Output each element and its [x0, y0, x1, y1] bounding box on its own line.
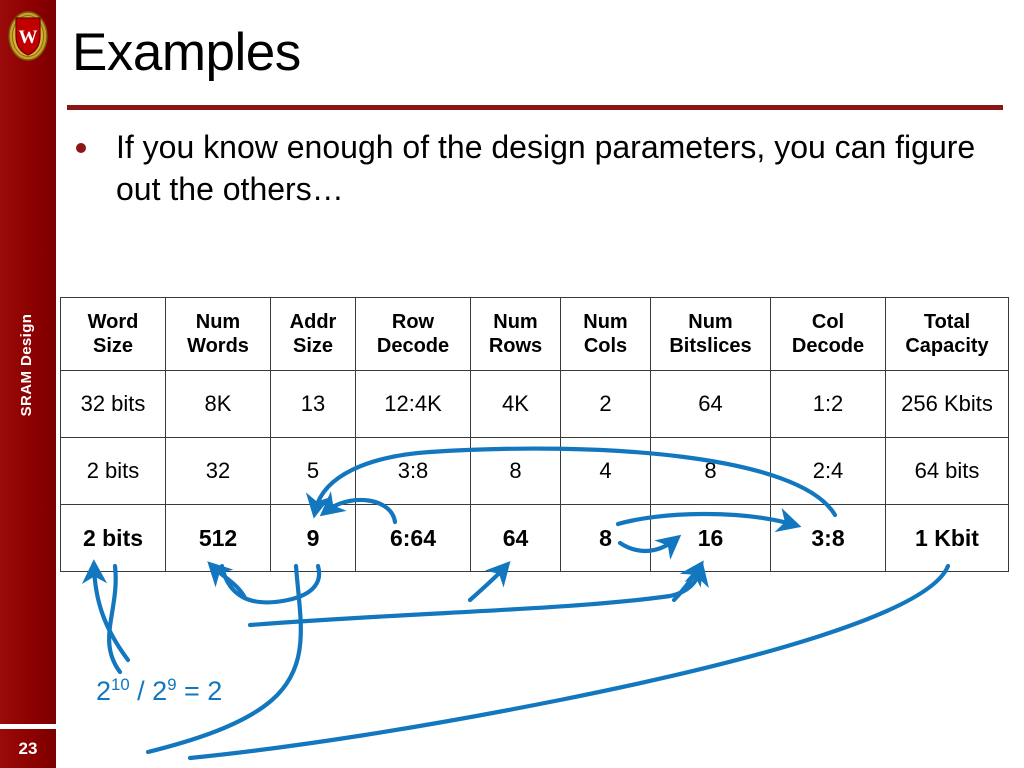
cell-num-words: 32 — [165, 437, 271, 505]
university-crest-icon: W — [8, 11, 48, 61]
arrow-tail-word-size — [107, 563, 123, 675]
col-header-num-rows: Num Rows — [470, 297, 561, 371]
sidebar-section-label: SRAM Design — [18, 313, 35, 417]
arrow-tail-addr-size — [145, 563, 303, 755]
bullet-item-text: If you know enough of the design paramet… — [116, 129, 976, 207]
col-header-addr-size: Addr Size — [270, 297, 356, 371]
header-line-2: Size — [292, 335, 334, 357]
cell-num-rows: 64 — [470, 504, 561, 572]
header-line-2: Rows — [488, 335, 543, 357]
header-line-2: Bitslices — [669, 335, 752, 357]
header-line-1: Col — [811, 311, 845, 333]
arrow-up-to-word-size — [81, 559, 131, 663]
formula-equals: = 2 — [176, 676, 223, 706]
formula-base-2: 2 — [152, 676, 168, 706]
col-header-row-decode: Row Decode — [355, 297, 471, 371]
header-line-1: Total — [923, 311, 971, 333]
header-line-1: Word — [87, 311, 139, 333]
parameters-table: Word Size Num Words Addr Size Row Decode — [60, 297, 1009, 572]
cell-total-capacity: 256 Kbits — [885, 370, 1009, 438]
col-header-num-words: Num Words — [165, 297, 271, 371]
header-line-1: Num — [688, 311, 733, 333]
header-line-1: Num — [583, 311, 628, 333]
cell-num-rows: 4K — [470, 370, 561, 438]
svg-text:W: W — [19, 27, 38, 48]
formula-base-1: 2 — [96, 676, 112, 706]
header-line-1: Num — [195, 311, 241, 333]
cell-col-decode: 1:2 — [770, 370, 886, 438]
cell-word-size: 32 bits — [60, 370, 166, 438]
col-header-num-cols: Num Cols — [560, 297, 651, 371]
table-row: 32 bits 8K 13 12:4K 4K 2 64 1:2 256 Kbit… — [60, 370, 1009, 438]
cell-num-cols: 2 — [560, 370, 651, 438]
cell-addr-size: 9 — [270, 504, 356, 572]
col-header-num-bitslices: Num Bitslices — [650, 297, 771, 371]
col-header-word-size: Word Size — [60, 297, 166, 371]
table-row-highlighted: 2 bits 512 9 6:64 64 8 16 3:8 1 Kbit — [60, 504, 1009, 572]
cell-total-capacity: 64 bits — [885, 437, 1009, 505]
cell-col-decode: 3:8 — [770, 504, 886, 572]
page-title: Examples — [72, 23, 301, 82]
header-line-2: Decode — [791, 335, 865, 357]
cell-num-rows: 8 — [470, 437, 561, 505]
cell-num-words: 8K — [165, 370, 271, 438]
cell-num-bitslices: 8 — [650, 437, 771, 505]
cell-word-size: 2 bits — [60, 437, 166, 505]
formula-exponent-1: 10 — [111, 675, 130, 694]
header-line-2: Cols — [583, 335, 628, 357]
header-line-1: Row — [391, 311, 435, 333]
cell-num-cols: 8 — [560, 504, 651, 572]
title-underline — [67, 105, 1003, 110]
cell-num-cols: 4 — [560, 437, 651, 505]
arrow-tail-total-capacity — [187, 563, 951, 761]
cell-addr-size: 5 — [270, 437, 356, 505]
slide-number-badge: 23 — [18, 739, 38, 758]
cell-col-decode: 2:4 — [770, 437, 886, 505]
header-line-2: Words — [187, 335, 249, 357]
slide-canvas: W SRAM Design 23 Examples If you know en… — [0, 0, 1024, 768]
formula-divider: / — [129, 676, 153, 706]
header-line-2: Capacity — [905, 335, 989, 357]
cell-addr-size: 13 — [270, 370, 356, 438]
arrow-long-right-to-num-bitslices — [247, 561, 709, 628]
parameters-table-container: Word Size Num Words Addr Size Row Decode — [60, 297, 1009, 572]
cell-num-bitslices: 64 — [650, 370, 771, 438]
cell-total-capacity: 1 Kbit — [885, 504, 1009, 572]
table-header-row: Word Size Num Words Addr Size Row Decode — [60, 297, 1009, 371]
formula-exponent-2: 9 — [167, 675, 177, 694]
cell-row-decode: 6:64 — [355, 504, 471, 572]
col-header-col-decode: Col Decode — [770, 297, 886, 371]
table-row: 2 bits 32 5 3:8 8 4 8 2:4 64 bits — [60, 437, 1009, 505]
col-header-total-capacity: Total Capacity — [885, 297, 1009, 371]
cell-row-decode: 12:4K — [355, 370, 471, 438]
header-line-2: Decode — [376, 335, 450, 357]
cell-num-words: 512 — [165, 504, 271, 572]
cell-num-bitslices: 16 — [650, 504, 771, 572]
cell-row-decode: 3:8 — [355, 437, 471, 505]
annotation-formula: 210 / 29 = 2 — [96, 675, 222, 707]
header-line-1: Num — [493, 311, 538, 333]
cell-word-size: 2 bits — [60, 504, 166, 572]
header-line-1: Addr — [289, 311, 337, 333]
bullet-dot-icon — [76, 143, 86, 153]
header-line-2: Size — [92, 335, 134, 357]
